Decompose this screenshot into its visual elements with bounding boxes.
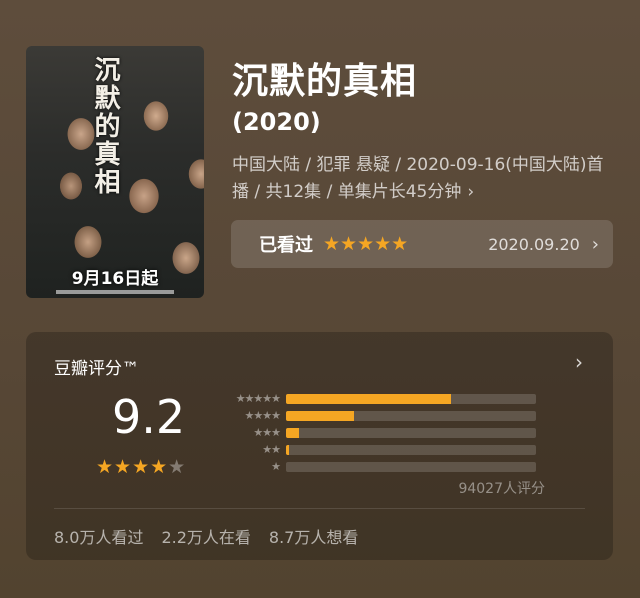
show-title: 沉默的真相 — [232, 61, 418, 102]
distribution-bar — [286, 427, 299, 438]
my-rating-stars: ★★★★★ — [323, 233, 409, 255]
show-meta[interactable]: 中国大陆 / 犯罪 悬疑 / 2020-09-16(中国大陆)首播 / 共12集… — [232, 152, 612, 206]
distribution-stars: ★★★★★ — [235, 392, 281, 405]
distribution-track — [286, 461, 536, 472]
watched-date: 2020.09.20 — [488, 234, 580, 254]
stat-watching[interactable]: 2.2万人在看 — [161, 524, 250, 548]
audience-stats: 8.0万人看过 2.2万人在看 8.7万人想看 — [54, 524, 358, 548]
rating-score: 9.2 — [112, 390, 186, 444]
poster-image[interactable]: 沉默的真相 9月16日起 — [26, 46, 204, 298]
rating-star-half: ★ — [168, 456, 187, 478]
watched-label: 已看过 — [259, 235, 313, 256]
distribution-row: ★★★★★ — [224, 390, 536, 407]
chevron-right-icon[interactable]: › — [575, 350, 583, 374]
poster-date: 9月16日起 — [71, 269, 159, 289]
distribution-bar — [286, 393, 451, 404]
show-meta-text: 中国大陆 / 犯罪 悬疑 / 2020-09-16(中国大陆)首播 / 共12集… — [232, 155, 604, 202]
rating-stars: ★★★★★ — [96, 456, 186, 478]
distribution-track — [286, 393, 536, 404]
rating-count: 94027人评分 — [458, 481, 545, 497]
show-year: (2020) — [232, 108, 321, 136]
distribution-row: ★★★★ — [224, 407, 536, 424]
chevron-right-icon: › — [591, 233, 599, 255]
distribution-row: ★★ — [224, 441, 536, 458]
stat-watched[interactable]: 8.0万人看过 — [54, 524, 143, 548]
distribution-stars: ★ — [271, 460, 281, 473]
rating-card[interactable]: 豆瓣评分™ › 9.2 ★★★★★ ★★★★★ ★★★★ ★★★ ★★ ★ 94… — [26, 332, 613, 560]
poster-title: 沉默的真相 — [90, 56, 120, 196]
poster-subline — [56, 290, 174, 294]
distribution-track — [286, 427, 536, 438]
distribution-stars: ★★★★ — [244, 409, 281, 422]
rating-card-title: 豆瓣评分™ — [54, 359, 139, 379]
watched-status-button[interactable]: 已看过 ★★★★★ 2020.09.20 › — [231, 220, 613, 268]
distribution-track — [286, 410, 536, 421]
divider — [54, 508, 585, 509]
distribution-bar — [286, 410, 354, 421]
distribution-row: ★ — [224, 458, 536, 475]
rating-stars-filled: ★★★★ — [96, 456, 169, 478]
distribution-track — [286, 444, 536, 455]
distribution-row: ★★★ — [224, 424, 536, 441]
chevron-right-icon: › — [467, 182, 475, 202]
rating-distribution: ★★★★★ ★★★★ ★★★ ★★ ★ — [224, 390, 536, 475]
stat-want[interactable]: 8.7万人想看 — [269, 524, 358, 548]
movie-detail-page: 沉默的真相 9月16日起 沉默的真相 (2020) 中国大陆 / 犯罪 悬疑 /… — [0, 0, 640, 598]
distribution-bar — [286, 444, 289, 455]
distribution-stars: ★★★ — [253, 426, 281, 439]
distribution-stars: ★★ — [262, 443, 281, 456]
